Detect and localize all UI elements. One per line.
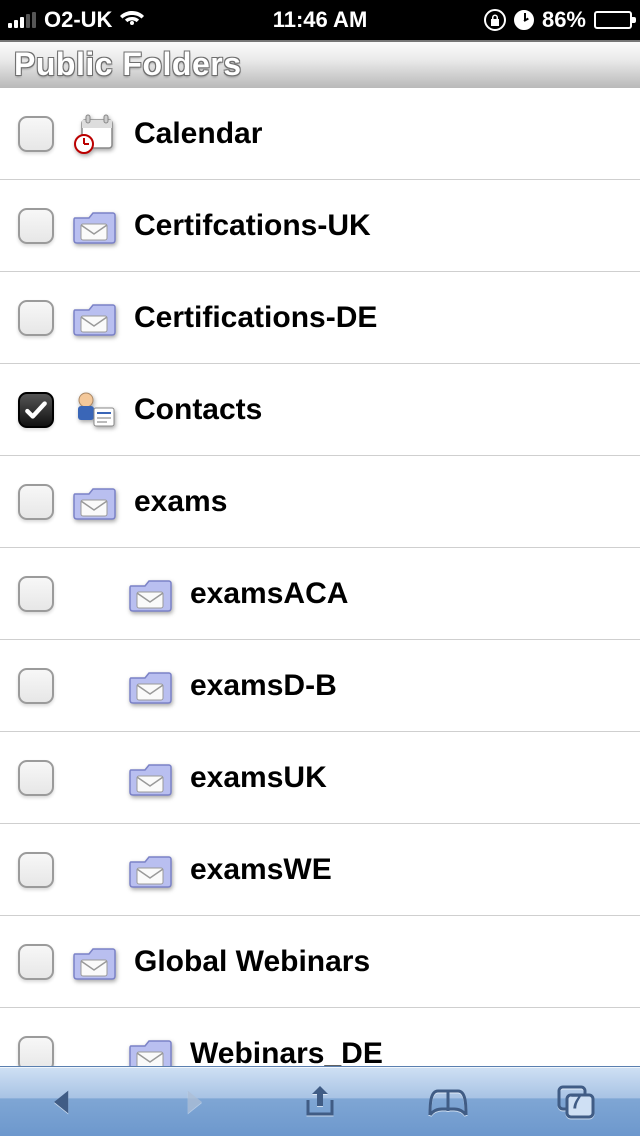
- folder-checkbox[interactable]: [18, 668, 54, 704]
- folder-checkbox[interactable]: [18, 116, 54, 152]
- mailfolder-icon: [128, 1034, 172, 1067]
- mailfolder-icon: [128, 574, 172, 614]
- calendar-icon: [72, 114, 116, 154]
- mailfolder-icon: [72, 298, 116, 338]
- folder-label: examsUK: [190, 761, 622, 795]
- folder-checkbox[interactable]: [18, 576, 54, 612]
- folder-row[interactable]: exams: [0, 456, 640, 548]
- wifi-icon: [120, 7, 144, 33]
- folder-list-container[interactable]: Calendar Certifcations-UK Certifications…: [0, 88, 640, 1066]
- clock-icon: [514, 10, 534, 30]
- battery-icon: [594, 11, 632, 29]
- pages-count: 7: [570, 1091, 581, 1114]
- folder-checkbox[interactable]: [18, 944, 54, 980]
- status-left: O2-UK: [8, 7, 144, 33]
- carrier-label: O2-UK: [44, 7, 112, 33]
- folder-row[interactable]: Global Webinars: [0, 916, 640, 1008]
- share-button[interactable]: [292, 1077, 348, 1127]
- folder-row[interactable]: Certifcations-UK: [0, 180, 640, 272]
- folder-row[interactable]: examsD-B: [0, 640, 640, 732]
- contacts-icon: [72, 390, 116, 430]
- browser-toolbar: 7: [0, 1066, 640, 1136]
- status-time: 11:46 AM: [273, 7, 368, 33]
- folder-checkbox[interactable]: [18, 208, 54, 244]
- folder-row[interactable]: examsWE: [0, 824, 640, 916]
- folder-label: Contacts: [134, 393, 622, 427]
- battery-percent: 86%: [542, 7, 586, 33]
- folder-label: Certifcations-UK: [134, 209, 622, 243]
- folder-checkbox[interactable]: [18, 760, 54, 796]
- folder-label: examsACA: [190, 577, 622, 611]
- mailfolder-icon: [72, 206, 116, 246]
- folder-label: examsWE: [190, 853, 622, 887]
- back-button[interactable]: [36, 1077, 92, 1127]
- folder-label: Webinars_DE: [190, 1037, 622, 1067]
- mailfolder-icon: [128, 850, 172, 890]
- folder-label: examsD-B: [190, 669, 622, 703]
- status-bar: O2-UK 11:46 AM 86%: [0, 0, 640, 40]
- folder-label: Global Webinars: [134, 945, 622, 979]
- folder-label: Calendar: [134, 117, 622, 151]
- orientation-lock-icon: [484, 9, 506, 31]
- folder-list: Calendar Certifcations-UK Certifications…: [0, 88, 640, 1066]
- mailfolder-icon: [128, 758, 172, 798]
- folder-checkbox[interactable]: [18, 484, 54, 520]
- folder-label: Certifications-DE: [134, 301, 622, 335]
- folder-checkbox[interactable]: [18, 852, 54, 888]
- signal-icon: [8, 12, 36, 28]
- folder-row[interactable]: Calendar: [0, 88, 640, 180]
- bookmarks-button[interactable]: [420, 1077, 476, 1127]
- folder-row[interactable]: Webinars_DE: [0, 1008, 640, 1066]
- section-title: Public Folders: [14, 46, 241, 82]
- section-header: Public Folders: [0, 40, 640, 88]
- mailfolder-icon: [128, 666, 172, 706]
- folder-row[interactable]: examsACA: [0, 548, 640, 640]
- mailfolder-icon: [72, 942, 116, 982]
- folder-row[interactable]: Certifications-DE: [0, 272, 640, 364]
- status-right: 86%: [484, 7, 632, 33]
- pages-button[interactable]: 7: [548, 1077, 604, 1127]
- folder-checkbox[interactable]: [18, 1036, 54, 1067]
- forward-button[interactable]: [164, 1077, 220, 1127]
- folder-checkbox[interactable]: [18, 300, 54, 336]
- folder-row[interactable]: examsUK: [0, 732, 640, 824]
- mailfolder-icon: [72, 482, 116, 522]
- folder-row[interactable]: Contacts: [0, 364, 640, 456]
- folder-label: exams: [134, 485, 622, 519]
- folder-checkbox[interactable]: [18, 392, 54, 428]
